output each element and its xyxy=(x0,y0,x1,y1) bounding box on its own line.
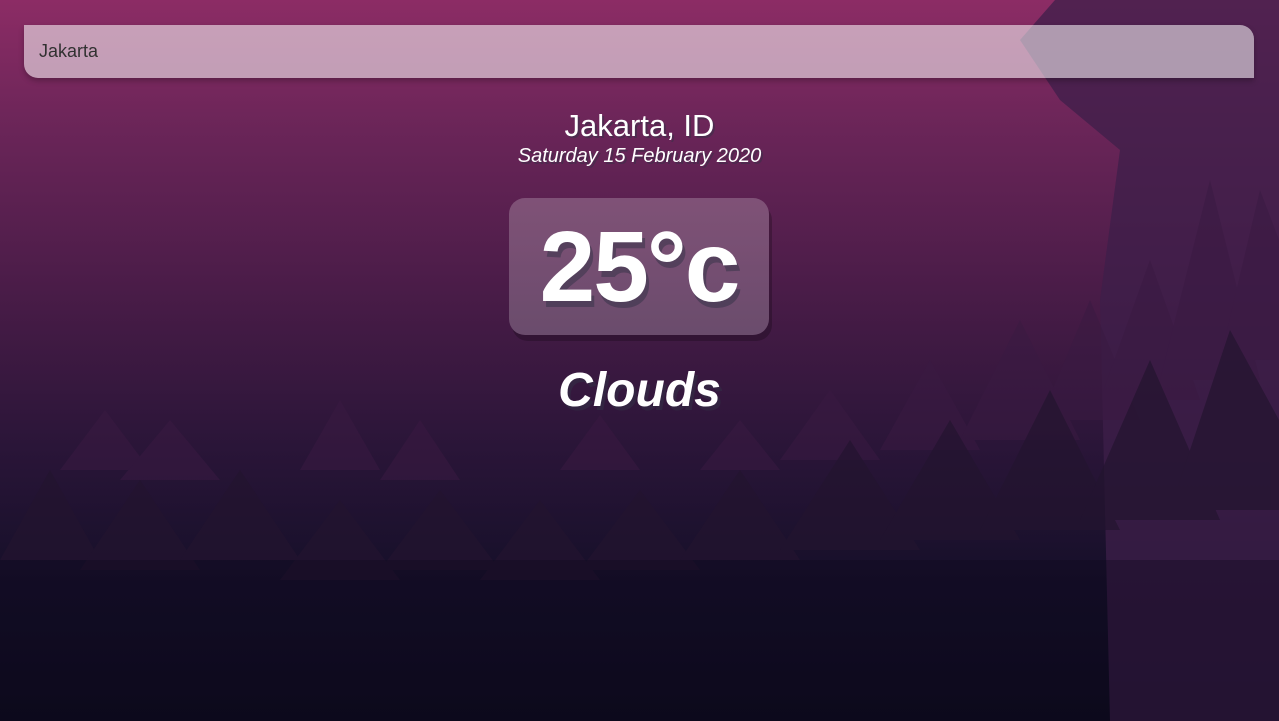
temperature-value: 25°c xyxy=(539,210,741,323)
search-input[interactable] xyxy=(24,25,1254,78)
weather-condition: Clouds xyxy=(558,364,721,417)
temperature-box: 25°c xyxy=(509,198,769,335)
date-label: Saturday 15 February 2020 xyxy=(517,145,762,167)
location-title: Jakarta, ID xyxy=(564,108,715,143)
